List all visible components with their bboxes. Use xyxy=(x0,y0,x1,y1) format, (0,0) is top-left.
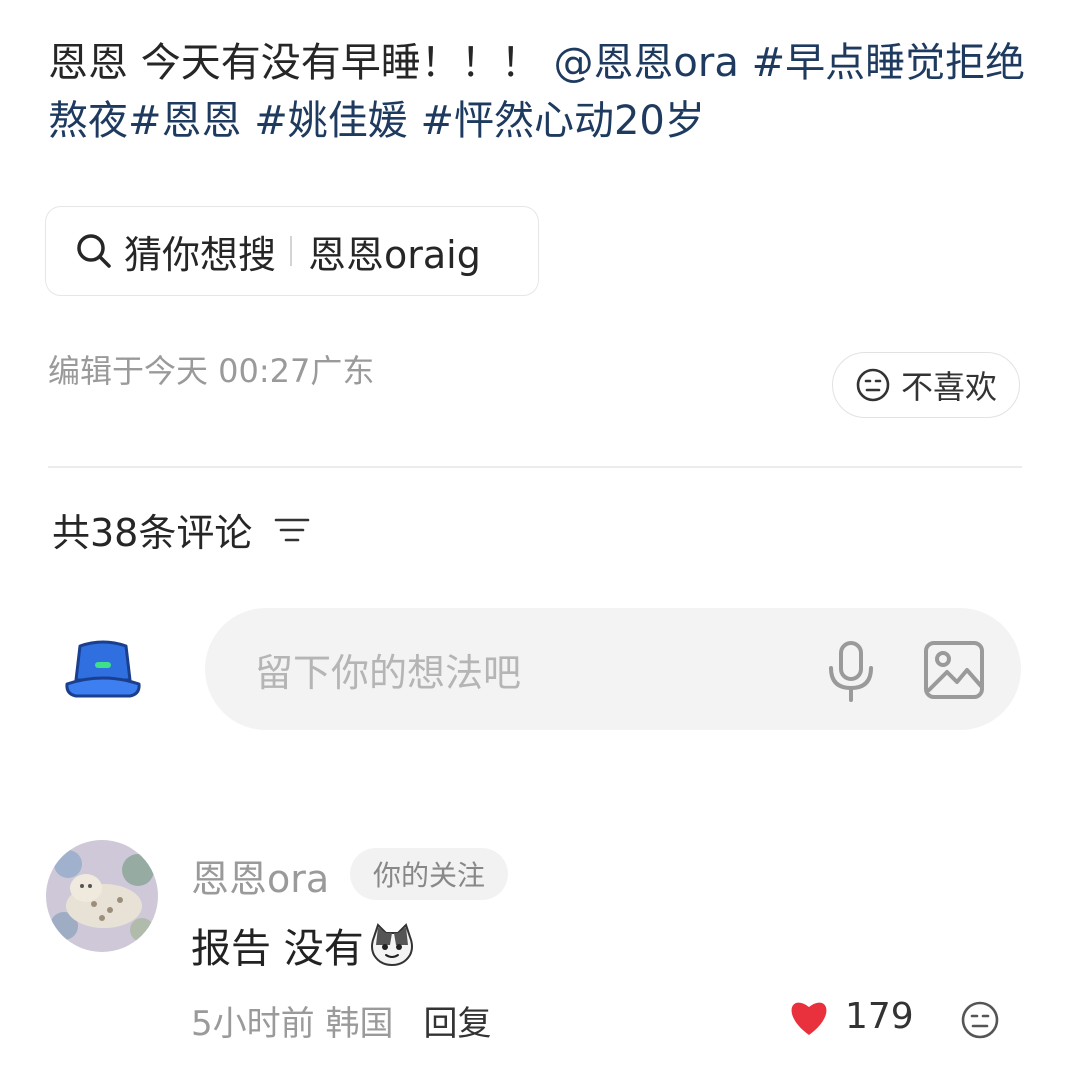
dislike-button[interactable]: 不喜欢 xyxy=(832,352,1020,418)
reply-button[interactable]: 回复 xyxy=(423,996,491,1045)
bucket-hat-avatar-icon[interactable] xyxy=(64,640,142,704)
comment-body: 报告 没有 xyxy=(191,916,416,974)
comment-input[interactable]: 留下你的想法吧 xyxy=(205,608,1021,730)
comment-time-location: 5小时前 韩国 xyxy=(191,1004,394,1044)
neutral-face-icon xyxy=(961,1001,999,1039)
search-keyword: 恩恩oraig xyxy=(308,232,481,277)
sort-icon[interactable] xyxy=(274,515,310,545)
search-icon xyxy=(74,231,114,271)
comment-dislike-button[interactable] xyxy=(960,1000,1000,1044)
image-icon[interactable] xyxy=(923,640,985,709)
comment-meta: 5小时前 韩国 回复 xyxy=(191,996,491,1045)
hashtag-yaojiayuan[interactable]: #姚佳媛 xyxy=(242,98,408,144)
post-caption: 恩恩 今天有没有早睡！！！ @恩恩ora #早点睡觉拒绝熬夜#恩恩 #姚佳媛 #… xyxy=(48,34,1033,150)
heart-icon xyxy=(787,997,831,1037)
mention-link[interactable]: @恩恩ora xyxy=(553,40,738,86)
divider xyxy=(48,466,1022,468)
like-button[interactable]: 179 xyxy=(787,996,914,1037)
comment-author-name[interactable]: 恩恩ora xyxy=(191,848,329,903)
search-prefix: 猜你想搜 xyxy=(124,232,277,277)
search-separator xyxy=(290,236,293,266)
cat-emoji-icon xyxy=(368,923,416,967)
like-count: 179 xyxy=(845,996,914,1037)
comments-header: 共38条评论 xyxy=(52,502,310,557)
comment-text: 报告 没有 xyxy=(191,926,364,972)
comment-author-avatar[interactable] xyxy=(46,840,158,952)
microphone-icon[interactable] xyxy=(823,640,879,711)
hashtag-show[interactable]: #怦然心动20岁 xyxy=(408,98,704,144)
suggested-search-chip[interactable]: 猜你想搜 恩恩oraig xyxy=(45,206,539,296)
dislike-label: 不喜欢 xyxy=(900,368,997,406)
edit-time-location: 编辑于今天 00:27广东 xyxy=(48,352,375,390)
neutral-face-icon xyxy=(855,367,891,403)
comment-count-label: 共38条评论 xyxy=(52,511,253,555)
hashtag-enen[interactable]: 恩恩 xyxy=(162,98,242,144)
comment-input-placeholder: 留下你的想法吧 xyxy=(255,650,522,695)
post-caption-text: 恩恩 今天有没有早睡！！！ xyxy=(48,40,554,86)
following-badge: 你的关注 xyxy=(350,848,508,900)
